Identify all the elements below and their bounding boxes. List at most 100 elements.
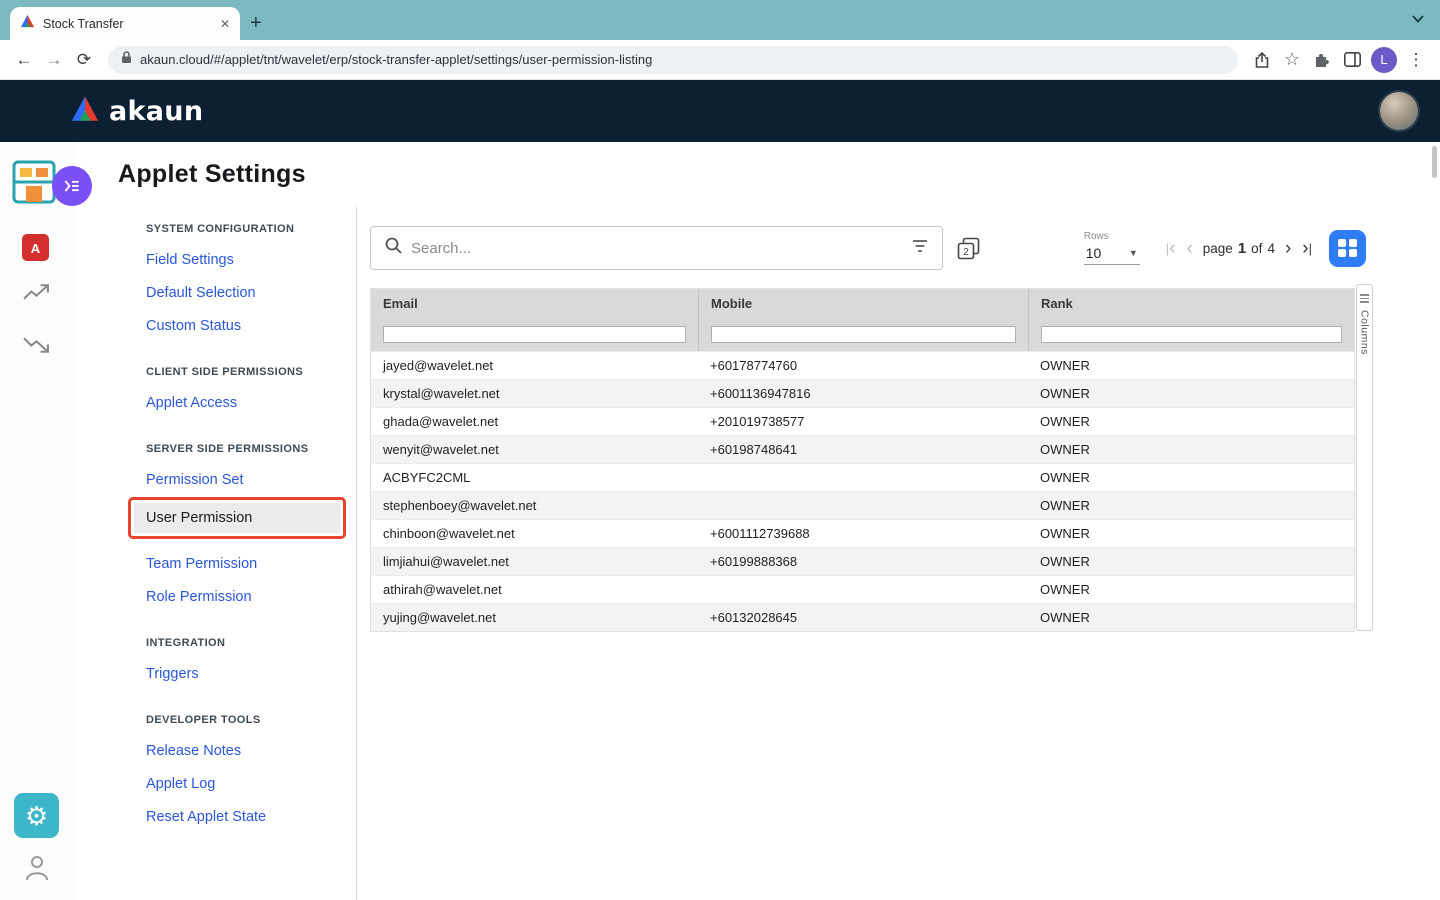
columns-panel-label: Columns: [1359, 310, 1371, 355]
nav-heading: SYSTEM CONFIGURATION: [146, 223, 356, 235]
prev-page-button[interactable]: ‹: [1185, 239, 1193, 258]
user-avatar[interactable]: [1380, 92, 1418, 130]
profile-person-icon[interactable]: [25, 854, 49, 886]
nav-item-release-notes[interactable]: Release Notes: [146, 743, 356, 759]
tab-close-icon[interactable]: ✕: [220, 17, 230, 31]
column-header-email[interactable]: Email: [371, 296, 698, 311]
nav-item-permission-set[interactable]: Permission Set: [146, 472, 356, 488]
nav-item-default-selection[interactable]: Default Selection: [146, 285, 356, 301]
applet-warehouse-icon[interactable]: [12, 156, 56, 209]
filter-funnel-icon[interactable]: [912, 239, 928, 258]
rows-select[interactable]: 10 ▼: [1084, 243, 1140, 265]
table-row[interactable]: krystal@wavelet.net+6001136947816OWNER: [371, 379, 1354, 407]
extensions-puzzle-icon[interactable]: [1308, 46, 1336, 74]
nav-item-triggers[interactable]: Triggers: [146, 666, 356, 682]
copy-pages-icon[interactable]: 2: [957, 237, 980, 260]
page-total: 4: [1267, 241, 1275, 256]
filter-input-rank[interactable]: [1041, 326, 1342, 343]
rows-label: Rows: [1084, 231, 1140, 242]
gear-icon: ⚙: [25, 803, 48, 829]
table-row[interactable]: ACBYFC2CMLOWNER: [371, 463, 1354, 491]
column-header-mobile[interactable]: Mobile: [698, 289, 1028, 317]
table-row[interactable]: yujing@wavelet.net+60132028645OWNER: [371, 603, 1354, 631]
main: A ⚙ Applet Settings SYSTEM CONFIGURATION…: [0, 142, 1440, 900]
cell-email: jayed@wavelet.net: [371, 358, 698, 373]
share-icon[interactable]: [1248, 46, 1276, 74]
cell-email: ACBYFC2CML: [371, 470, 698, 485]
settings-gear-button[interactable]: ⚙: [14, 793, 59, 838]
nav-item-reset-applet-state[interactable]: Reset Applet State: [146, 809, 356, 825]
nav-item-user-permission[interactable]: User Permission: [134, 503, 340, 533]
nav-item-team-permission[interactable]: Team Permission: [146, 556, 356, 572]
cell-rank: OWNER: [1028, 554, 1354, 569]
cell-rank: OWNER: [1028, 414, 1354, 429]
browser-tab[interactable]: Stock Transfer ✕: [10, 7, 240, 40]
cell-email: stephenboey@wavelet.net: [371, 498, 698, 513]
new-tab-button[interactable]: +: [250, 14, 262, 32]
search-bar: [370, 226, 943, 270]
nav-section-server-side-permissions: SERVER SIDE PERMISSIONS Permission Set U…: [146, 443, 356, 605]
page-title: Applet Settings: [118, 160, 1440, 189]
first-page-button[interactable]: |‹: [1165, 239, 1177, 258]
table-controls: 2 Rows 10 ▼ |‹ ‹ page1of: [370, 226, 1366, 270]
tab-search-icon[interactable]: [1412, 10, 1424, 28]
next-page-button[interactable]: ›: [1284, 239, 1292, 258]
nav-item-role-permission[interactable]: Role Permission: [146, 589, 356, 605]
table-pane: 2 Rows 10 ▼ |‹ ‹ page1of: [357, 207, 1440, 900]
chevron-down-icon: ▼: [1129, 248, 1138, 258]
table-row[interactable]: limjiahui@wavelet.net+60199888368OWNER: [371, 547, 1354, 575]
grid-view-button[interactable]: [1329, 230, 1366, 267]
cell-rank: OWNER: [1028, 498, 1354, 513]
page-indicator: page1of4: [1203, 240, 1275, 257]
lock-icon: [121, 51, 132, 69]
nav-item-custom-status[interactable]: Custom Status: [146, 318, 356, 334]
browser-toolbar: ← → ⟳ akaun.cloud/#/applet/tnt/wavelet/e…: [0, 40, 1440, 80]
nav-section-system-configuration: SYSTEM CONFIGURATION Field Settings Defa…: [146, 223, 356, 334]
nav-item-applet-access[interactable]: Applet Access: [146, 395, 356, 411]
grid-icon: [1338, 239, 1357, 258]
table-header-row: Email Mobile Rank: [371, 289, 1354, 317]
forward-button[interactable]: →: [40, 46, 68, 74]
nav-item-field-settings[interactable]: Field Settings: [146, 252, 356, 268]
table-row[interactable]: stephenboey@wavelet.net OWNER: [371, 491, 1354, 519]
trend-up-icon[interactable]: [23, 282, 50, 308]
table-row[interactable]: chinboon@wavelet.net+6001112739688OWNER: [371, 519, 1354, 547]
back-button[interactable]: ←: [10, 46, 38, 74]
columns-panel-toggle[interactable]: Columns: [1356, 284, 1373, 631]
brand-name: akaun: [109, 96, 203, 127]
table-row[interactable]: jayed@wavelet.net+60178774760OWNER: [371, 351, 1354, 379]
cell-rank: OWNER: [1028, 526, 1354, 541]
filter-input-mobile[interactable]: [711, 326, 1016, 343]
cell-mobile: +60178774760: [698, 358, 1028, 373]
cell-mobile: +201019738577: [698, 414, 1028, 429]
search-icon: [385, 237, 402, 259]
active-item-highlight-box: User Permission: [128, 497, 346, 539]
pdf-icon[interactable]: A: [22, 234, 49, 266]
nav-item-applet-log[interactable]: Applet Log: [146, 776, 356, 792]
cell-rank: OWNER: [1028, 442, 1354, 457]
table-row[interactable]: ghada@wavelet.net+201019738577OWNER: [371, 407, 1354, 435]
cell-email: krystal@wavelet.net: [371, 386, 698, 401]
brand: akaun: [70, 95, 203, 127]
url-bar[interactable]: akaun.cloud/#/applet/tnt/wavelet/erp/sto…: [108, 46, 1238, 74]
bookmark-star-icon[interactable]: ☆: [1278, 46, 1306, 74]
browser-menu-icon[interactable]: ⋮: [1402, 46, 1430, 74]
filter-input-email[interactable]: [383, 326, 686, 343]
column-header-rank[interactable]: Rank: [1028, 289, 1354, 317]
table-filter-row: [371, 317, 1354, 351]
table-row[interactable]: wenyit@wavelet.net+60198748641OWNER: [371, 435, 1354, 463]
last-page-button[interactable]: ›|: [1301, 239, 1313, 258]
cell-rank: OWNER: [1028, 358, 1354, 373]
table-row[interactable]: athirah@wavelet.netOWNER: [371, 575, 1354, 603]
reload-button[interactable]: ⟳: [70, 46, 98, 74]
akaun-logo-icon: [70, 95, 100, 127]
cell-mobile: +6001136947816: [698, 386, 1028, 401]
cell-mobile: +60198748641: [698, 442, 1028, 457]
trend-down-icon[interactable]: [23, 334, 50, 360]
cell-mobile: +60132028645: [698, 610, 1028, 625]
cell-rank: OWNER: [1028, 386, 1354, 401]
search-input[interactable]: [411, 240, 903, 257]
sidepanel-icon[interactable]: [1338, 46, 1366, 74]
expand-sidebar-button[interactable]: [52, 166, 92, 206]
browser-profile-avatar[interactable]: L: [1371, 47, 1397, 73]
